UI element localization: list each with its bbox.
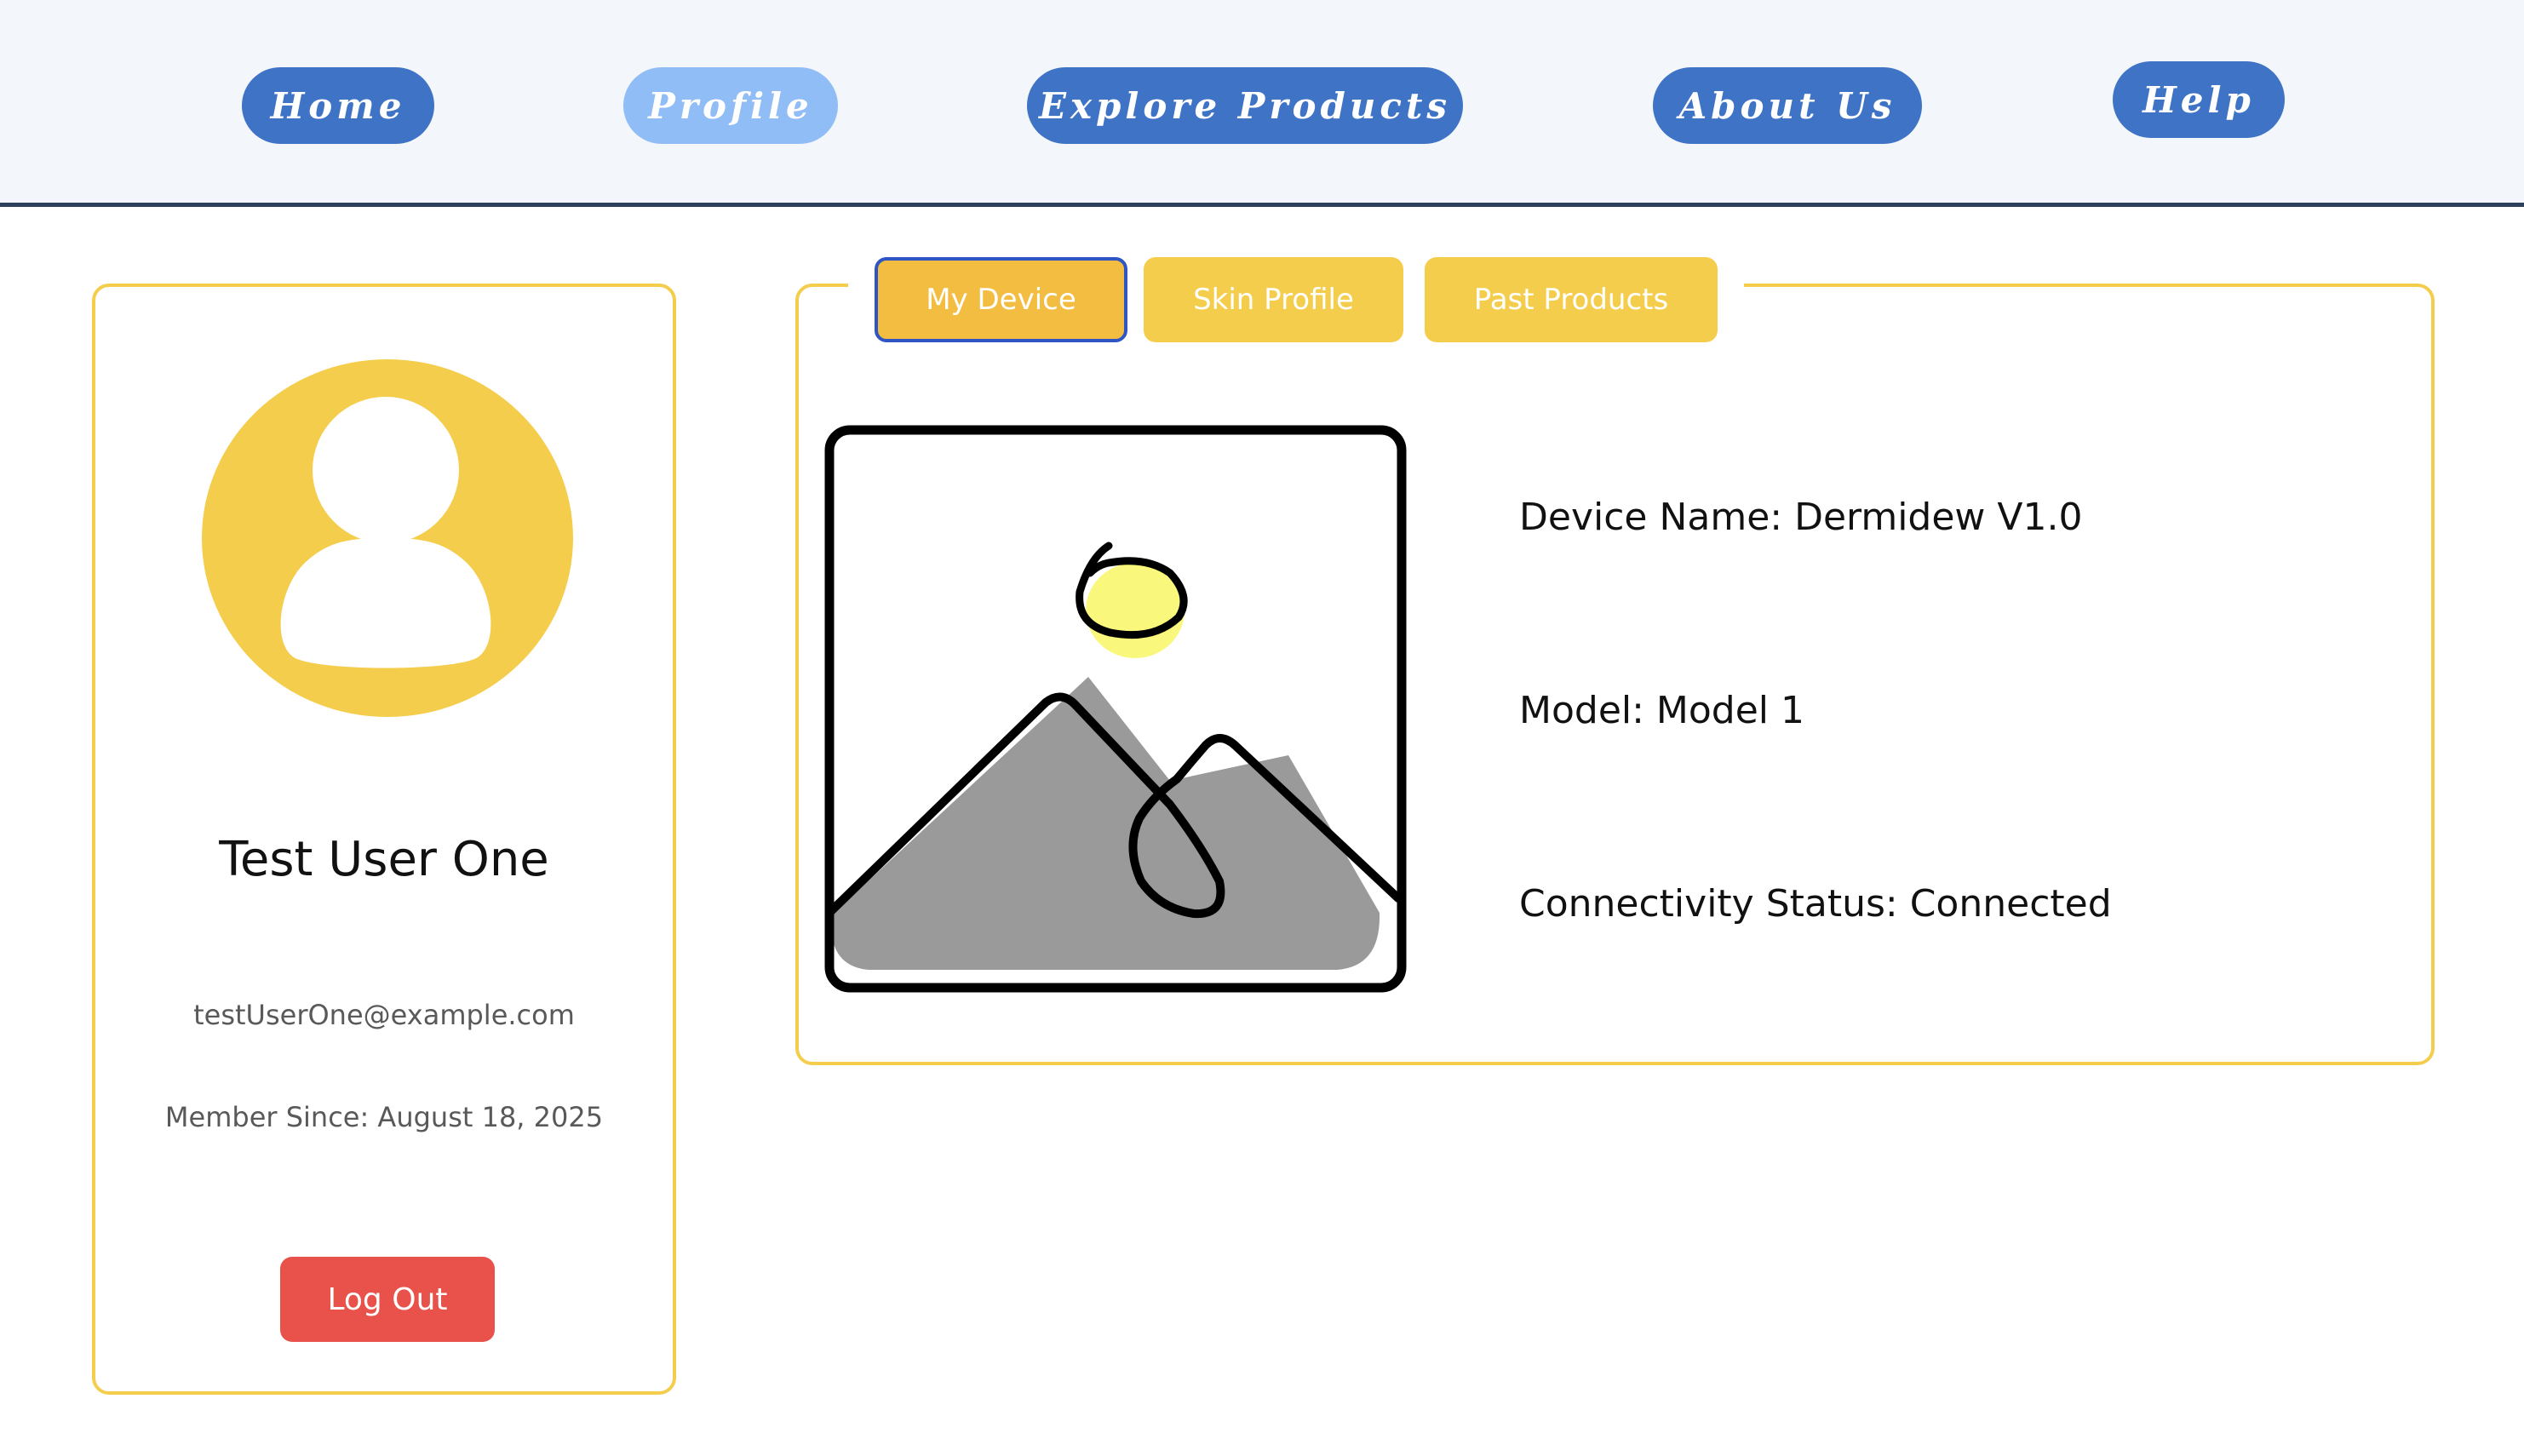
- nav-home-button[interactable]: Home: [242, 67, 434, 144]
- nav-profile-button[interactable]: Profile: [623, 67, 838, 144]
- user-avatar-icon: [202, 359, 573, 717]
- profile-card: Test User One testUserOne@example.com Me…: [92, 284, 676, 1395]
- device-connectivity-status: Connectivity Status: Connected: [1519, 882, 2112, 926]
- nav-help-button[interactable]: Help: [2113, 61, 2285, 138]
- nav-about-us-button[interactable]: About Us: [1653, 67, 1922, 144]
- user-email: testUserOne@example.com: [193, 999, 575, 1031]
- top-navbar: Home Profile Explore Products About Us H…: [0, 0, 2524, 207]
- member-since: Member Since: August 18, 2025: [164, 1101, 604, 1133]
- nav-explore-products-button[interactable]: Explore Products: [1027, 67, 1463, 144]
- device-model: Model: Model 1: [1519, 689, 1805, 732]
- tab-past-products[interactable]: Past Products: [1425, 257, 1718, 342]
- image-placeholder-icon: [824, 425, 1407, 993]
- user-name: Test User One: [219, 832, 549, 887]
- tab-my-device[interactable]: My Device: [875, 257, 1127, 342]
- device-name: Device Name: Dermidew V1.0: [1519, 496, 2083, 539]
- tab-skin-profile[interactable]: Skin Profile: [1144, 257, 1403, 342]
- logout-button[interactable]: Log Out: [280, 1257, 495, 1342]
